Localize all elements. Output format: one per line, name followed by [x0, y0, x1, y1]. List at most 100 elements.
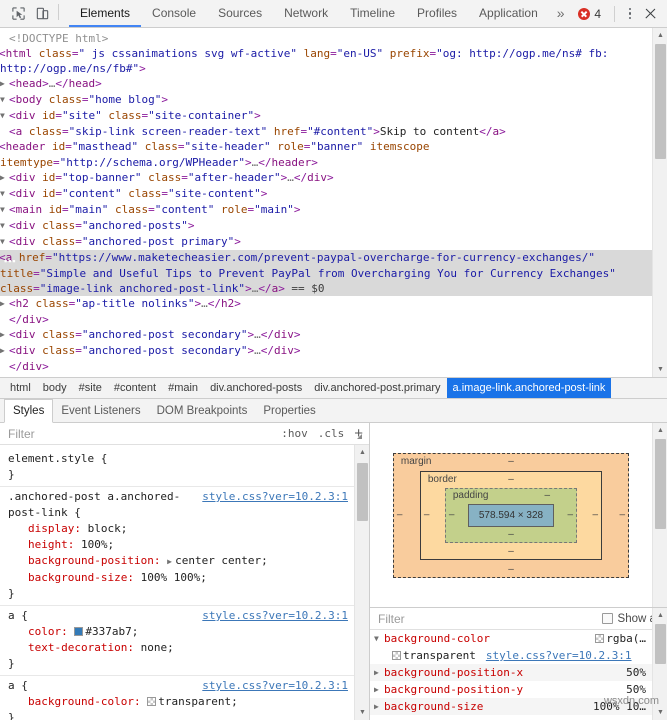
tab-profiles[interactable]: Profiles	[406, 0, 468, 27]
breadcrumb-item-html[interactable]: html	[4, 378, 37, 398]
sidebar-tab-styles[interactable]: Styles	[4, 399, 54, 423]
expand-triangle-right-icon[interactable]	[0, 170, 9, 185]
expand-triangle-down-icon[interactable]	[0, 218, 9, 233]
css-rule-origin-link[interactable]: style.css?ver=10.2.3:1	[202, 608, 348, 624]
breadcrumb-item-div-anchored-posts[interactable]: div.anchored-posts	[204, 378, 308, 398]
box-model-content-size[interactable]: 578.594 × 328	[467, 503, 555, 527]
dom-node[interactable]: <body class="home blog">	[0, 92, 652, 108]
cls-toggle[interactable]: .cls	[318, 427, 345, 440]
margin-bottom-value[interactable]: –	[508, 564, 514, 575]
color-swatch[interactable]	[392, 651, 401, 660]
css-property-name[interactable]: background-color:	[28, 695, 147, 708]
css-declaration[interactable]: text-decoration: none;	[0, 640, 354, 656]
breadcrumb-item-body[interactable]: body	[37, 378, 73, 398]
expand-triangle-right-icon[interactable]	[167, 554, 175, 570]
dom-node[interactable]: <html class=" js cssanimations svg wf-ac…	[0, 46, 652, 76]
expand-triangle-down-icon[interactable]	[374, 630, 384, 647]
box-model-scrollbar[interactable]: ▲	[652, 423, 667, 607]
dom-node[interactable]: <div class="anchored-posts">	[0, 218, 652, 234]
dom-tree[interactable]: <!DOCTYPE html><html class=" js cssanima…	[0, 28, 652, 377]
styles-scrollbar-thumb[interactable]	[357, 463, 368, 521]
breadcrumb-item--site[interactable]: #site	[73, 378, 108, 398]
padding-top-value[interactable]: –	[545, 490, 551, 501]
box-model-margin[interactable]: margin – – – – border – – – – padding – …	[392, 452, 630, 578]
css-declaration[interactable]: background-position: center center;	[0, 553, 354, 570]
css-property-name[interactable]: height:	[28, 538, 81, 551]
error-badge[interactable]: 4	[578, 7, 601, 21]
show-all-checkbox[interactable]	[601, 613, 613, 624]
styles-scroll-up-icon[interactable]: ▲	[355, 445, 369, 460]
expand-triangle-right-icon[interactable]	[374, 664, 384, 681]
expand-triangle-down-icon[interactable]	[0, 108, 9, 123]
dom-node[interactable]: </div>	[0, 312, 652, 327]
computed-trace-origin-link[interactable]: style.css?ver=10.2.3:1	[486, 647, 632, 664]
dom-node[interactable]: <div class="pagebreak">…</div>	[0, 374, 652, 377]
dom-node[interactable]: <!DOCTYPE html>	[0, 31, 652, 46]
box-model-border[interactable]: border – – – – padding – – – – 578.594 ×…	[419, 470, 603, 560]
css-rule-origin-link[interactable]: style.css?ver=10.2.3:1	[202, 678, 348, 694]
breadcrumb[interactable]: html body #site #content #main div.anchored-p…	[0, 378, 667, 399]
computed-scrollbar-thumb[interactable]	[655, 624, 666, 664]
dom-node[interactable]: <a class="skip-link screen-reader-text" …	[0, 124, 652, 139]
box-model-padding[interactable]: padding – – – – 578.594 × 328	[444, 487, 578, 543]
color-swatch[interactable]	[147, 697, 157, 706]
sidebar-tab-event-listeners[interactable]: Event Listeners	[53, 399, 148, 422]
dom-node[interactable]: <div class="anchored-post secondary">…</…	[0, 327, 652, 343]
css-selector[interactable]: .anchored-post a.anchored-post-link {	[8, 489, 202, 521]
tab-console[interactable]: Console	[141, 0, 207, 27]
css-property-value[interactable]: center center;	[175, 554, 268, 567]
css-property-value[interactable]: 100% 100%;	[141, 571, 207, 584]
breadcrumb-item-a-image-link-anchored-post-link[interactable]: a.image-link.anchored-post-link	[446, 378, 612, 398]
css-property-value[interactable]: 100%;	[81, 538, 114, 551]
tab-application[interactable]: Application	[468, 0, 549, 27]
margin-left-value[interactable]: –	[397, 510, 403, 521]
border-left-value[interactable]: –	[424, 510, 430, 521]
expand-triangle-down-icon[interactable]	[0, 202, 9, 217]
border-top-value[interactable]: –	[508, 474, 514, 485]
expand-triangle-right-icon[interactable]	[374, 698, 384, 715]
dom-node[interactable]: <header id="masthead" class="site-header…	[0, 139, 652, 170]
more-tabs-chevron-icon[interactable]: »	[549, 0, 573, 27]
new-style-rule-button[interactable]: +	[354, 426, 363, 441]
padding-right-value[interactable]: –	[568, 510, 574, 521]
close-icon[interactable]	[639, 3, 661, 25]
css-selector[interactable]: a {	[8, 608, 202, 624]
css-property-value[interactable]: transparent;	[158, 695, 237, 708]
scroll-down-arrow-icon[interactable]: ▼	[653, 362, 667, 377]
computed-property-row[interactable]: background-size 100% 10…	[370, 698, 652, 715]
css-declaration[interactable]: display: block;	[0, 521, 354, 537]
css-selector[interactable]: element.style {	[8, 451, 348, 467]
computed-filter-input[interactable]: Filter	[378, 612, 602, 626]
css-property-name[interactable]: display:	[28, 522, 88, 535]
sidebar-tab-dom-breakpoints[interactable]: DOM Breakpoints	[149, 399, 256, 422]
color-swatch[interactable]	[74, 627, 84, 636]
css-rule-origin-link[interactable]: style.css?ver=10.2.3:1	[202, 489, 348, 505]
expand-triangle-down-icon[interactable]	[0, 186, 9, 201]
device-toolbar-icon[interactable]	[30, 3, 54, 25]
dom-node[interactable]: <div id="content" class="site-content">	[0, 186, 652, 202]
expand-triangle-right-icon[interactable]	[0, 327, 9, 342]
tab-sources[interactable]: Sources	[207, 0, 273, 27]
computed-scrollbar[interactable]: ▲ ▼	[652, 608, 667, 720]
computed-property-row[interactable]: background-color rgba(…	[370, 630, 652, 647]
computed-property-row[interactable]: background-position-y 50%	[370, 681, 652, 698]
expand-triangle-right-icon[interactable]	[374, 681, 384, 698]
dom-node[interactable]: <h2 class="ap-title nolinks">…</h2>	[0, 296, 652, 312]
css-property-value[interactable]: none;	[141, 641, 174, 654]
border-right-value[interactable]: –	[593, 510, 599, 521]
css-property-value[interactable]: #337ab7;	[85, 625, 138, 638]
dom-node[interactable]: </div>	[0, 359, 652, 374]
dom-tree-scrollbar[interactable]: ▲ ▼	[652, 28, 667, 377]
border-bottom-value[interactable]: –	[508, 546, 514, 557]
scroll-up-arrow-icon[interactable]: ▲	[653, 28, 667, 43]
box-model-scroll-up-icon[interactable]: ▲	[653, 423, 667, 438]
padding-left-value[interactable]: –	[449, 510, 455, 521]
css-declaration[interactable]: height: 100%;	[0, 537, 354, 553]
tab-network[interactable]: Network	[273, 0, 339, 27]
styles-scrollbar[interactable]: ▲ ▼	[354, 445, 369, 720]
styles-scroll-down-icon[interactable]: ▼	[355, 705, 369, 720]
margin-top-value[interactable]: –	[508, 456, 514, 467]
css-property-name[interactable]: color:	[28, 625, 74, 638]
css-declaration[interactable]: color: #337ab7;	[0, 624, 354, 640]
scrollbar-thumb[interactable]	[655, 44, 666, 159]
